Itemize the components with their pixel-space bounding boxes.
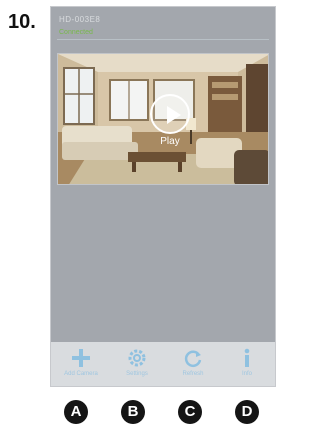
info-button[interactable]: Info: [219, 342, 275, 386]
add-camera-label: Add Camera: [64, 371, 98, 377]
refresh-button[interactable]: Refresh: [165, 342, 221, 386]
callout-c: C: [178, 400, 202, 424]
info-icon: [236, 347, 258, 369]
camera-id: HD-003E8: [59, 15, 101, 24]
play-label: Play: [160, 136, 180, 147]
plus-icon: [70, 347, 92, 369]
bottom-toolbar: Add Camera Settings Refresh Info: [51, 342, 275, 386]
callout-b: B: [121, 400, 145, 424]
settings-button[interactable]: Settings: [109, 342, 165, 386]
play-button[interactable]: [150, 94, 190, 134]
camera-status: Connected: [59, 29, 93, 36]
refresh-icon: [182, 347, 204, 369]
header-divider: [57, 39, 269, 40]
callout-d: D: [235, 400, 259, 424]
info-label: Info: [241, 371, 252, 377]
refresh-label: Refresh: [182, 371, 204, 377]
settings-label: Settings: [126, 371, 148, 377]
camera-feed-thumbnail[interactable]: Play: [57, 53, 269, 185]
callout-a: A: [64, 400, 88, 424]
phone-screen: HD-003E8 Connected Play Add Camera Setti…: [50, 6, 276, 387]
step-number: 10.: [8, 11, 36, 33]
gear-icon: [126, 347, 148, 369]
add-camera-button[interactable]: Add Camera: [53, 342, 109, 386]
